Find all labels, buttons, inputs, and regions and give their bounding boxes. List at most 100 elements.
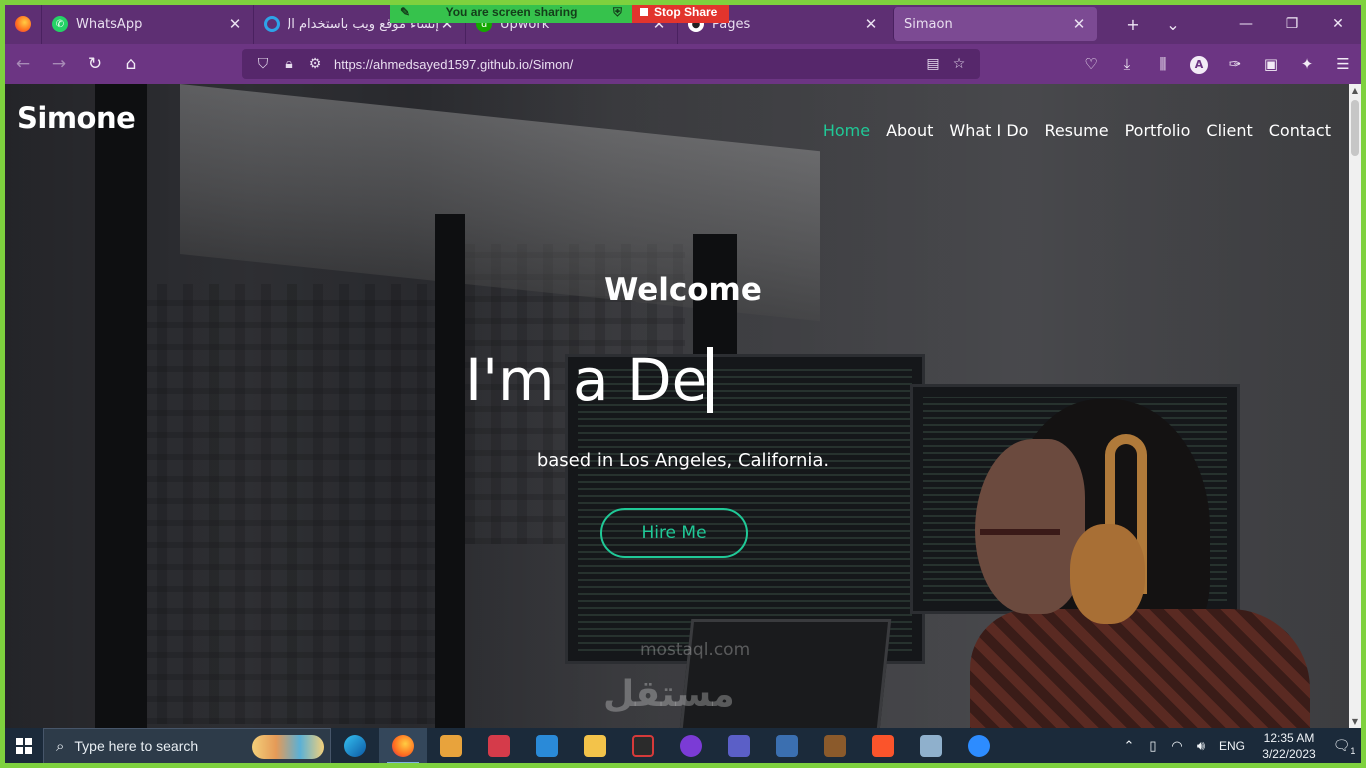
screenshot-icon[interactable]: ▣ [1253,55,1289,73]
color-picker-icon[interactable]: ✑ [1217,55,1253,73]
library-icon[interactable]: ⫼ [1145,55,1181,73]
scrollbar-thumb[interactable] [1351,100,1359,156]
shield-icon: ⛨ [612,4,622,19]
tab-label: WhatsApp [76,16,143,32]
page-scrollbar[interactable]: ▲ ▼ [1349,84,1361,728]
sql-icon[interactable] [763,728,811,764]
zoom-icon[interactable] [955,728,1003,764]
loading-icon [264,16,280,32]
new-tab-icon[interactable]: + [1113,15,1153,34]
permissions-icon[interactable]: ⚙ [302,56,328,72]
tab-label: Pages [712,16,751,32]
mail-icon[interactable] [475,728,523,764]
download-icon[interactable]: ⤓ [1109,55,1145,73]
page-viewport: Simone Home About What I Do Resume Portf… [5,84,1361,728]
restore-icon[interactable]: ❐ [1269,16,1315,32]
reload-icon[interactable]: ↻ [77,54,113,74]
search-icon: ⌕ [56,737,65,755]
hero-typed-text: I'm a De [465,346,714,414]
menu-icon[interactable]: ☰ [1325,55,1361,73]
mostaql-watermark: مستقل [603,674,735,715]
game-icon[interactable] [667,728,715,764]
hero-welcome: Welcome [604,272,762,308]
back-icon[interactable]: ← [5,54,41,74]
typing-cursor [707,347,714,413]
lock-icon[interactable]: 🔒︎ [276,56,302,72]
firefox-icon[interactable] [379,728,427,764]
tab-label: Simaon [904,16,953,32]
url-text[interactable]: https://ahmedsayed1597.github.io/Simon/ [334,57,573,72]
edge-icon[interactable] [331,728,379,764]
teams-icon[interactable] [715,728,763,764]
remote-desktop-icon[interactable] [907,728,955,764]
device-icon[interactable]: ▯ [1141,738,1165,754]
nav-resume[interactable]: Resume [1044,121,1108,140]
chevron-up-icon[interactable]: ⌃ [1117,738,1141,754]
whatsapp-icon: ✆ [52,16,68,32]
share-pin-icon: ✎ [400,5,411,19]
pdf-icon[interactable] [619,728,667,764]
close-icon[interactable]: ✕ [863,15,879,33]
clock-time: 12:35 AM [1263,731,1315,745]
pocket-icon[interactable]: ♡ [1073,55,1109,73]
brave-icon[interactable] [859,728,907,764]
vscode-icon[interactable] [523,728,571,764]
nav-about[interactable]: About [886,121,933,140]
typed-text: I'm a De [465,346,708,414]
nav-portfolio[interactable]: Portfolio [1125,121,1191,140]
hire-me-button[interactable]: Hire Me [600,508,748,558]
file-explorer-icon[interactable] [571,728,619,764]
notification-count: 1 [1350,745,1356,756]
stop-share-button[interactable]: Stop Share [632,1,729,23]
screen-share-bar: ✎ You are screen sharing ⛨ Stop Share [390,1,729,23]
minimize-icon[interactable]: — [1223,16,1269,32]
scroll-down-icon[interactable]: ▼ [1349,717,1361,726]
search-highlight-image [252,735,324,759]
nav-client[interactable]: Client [1206,121,1252,140]
share-status-text: You are screen sharing [445,5,578,19]
site-nav: Home About What I Do Resume Portfolio Cl… [807,121,1331,140]
scroll-up-icon[interactable]: ▲ [1349,86,1361,95]
firefox-menu-icon[interactable] [5,4,41,44]
home-icon[interactable]: ⌂ [113,54,149,74]
volume-icon[interactable]: 🔊︎ [1189,738,1213,754]
language-indicator[interactable]: ENG [1219,739,1245,753]
wifi-icon[interactable]: ◠ [1165,738,1189,754]
city-buildings-image [105,284,435,724]
tab-whatsapp[interactable]: ✆ WhatsApp ✕ [41,4,253,44]
notification-icon[interactable]: 🗨︎1 [1327,737,1361,756]
clock[interactable]: 12:35 AM 3/22/2023 [1251,730,1327,762]
minecraft-icon[interactable] [811,728,859,764]
nav-contact[interactable]: Contact [1269,121,1331,140]
close-icon[interactable]: ✕ [1071,15,1087,33]
site-logo[interactable]: Simone [17,101,136,135]
hero-location: based in Los Angeles, California. [536,450,830,471]
search-placeholder: Type here to search [74,738,199,754]
nav-toolbar: ← → ↻ ⌂ ⛉ 🔒︎ ⚙ https://ahmedsayed1597.gi… [5,44,1361,84]
extensions-icon[interactable]: ✦ [1289,55,1325,73]
mostaql-watermark-url: mostaql.com [640,640,751,660]
stop-icon [640,8,648,16]
close-window-icon[interactable]: ✕ [1315,16,1361,32]
nav-what-i-do[interactable]: What I Do [949,121,1028,140]
taskbar-search[interactable]: ⌕ Type here to search [43,728,331,764]
chevron-down-icon[interactable]: ⌄ [1153,15,1193,34]
clock-date: 3/22/2023 [1262,747,1316,761]
address-bar[interactable]: ⛉ 🔒︎ ⚙ https://ahmedsayed1597.github.io/… [242,49,980,79]
developer-photo [970,369,1310,728]
nav-home[interactable]: Home [823,121,870,140]
close-icon[interactable]: ✕ [227,15,243,33]
stop-share-label: Stop Share [654,5,718,19]
reader-view-icon[interactable]: ▤ [920,56,946,72]
share-status: ✎ You are screen sharing ⛨ [390,1,632,23]
bookmark-star-icon[interactable]: ☆ [946,56,972,72]
windows-taskbar: ⌕ Type here to search ⌃ ▯ ◠ 🔊︎ ENG 12:35… [5,728,1361,764]
tracking-shield-icon[interactable]: ⛉ [250,56,276,72]
windows-logo-icon [16,738,32,754]
office-icon[interactable] [427,728,475,764]
forward-icon[interactable]: → [41,54,77,74]
tab-simaon[interactable]: Simaon ✕ [893,7,1097,41]
account-icon[interactable]: A [1181,54,1217,74]
window-frame-image [95,84,147,728]
start-button[interactable] [5,738,43,754]
